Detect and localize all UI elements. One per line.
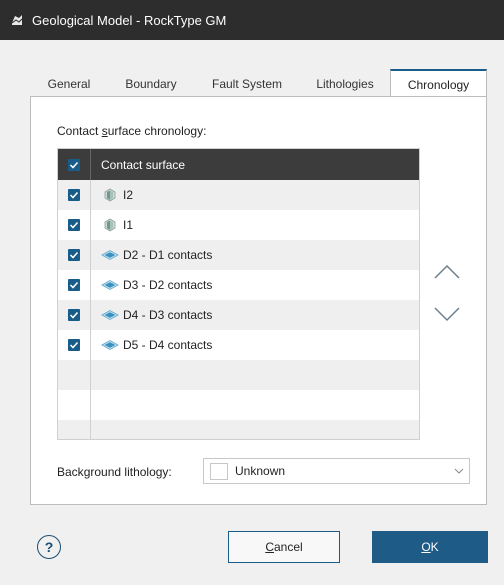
table-row[interactable]: I2 [58,180,419,210]
table-row[interactable]: D5 - D4 contacts [58,330,419,360]
select-all-checkbox[interactable] [68,158,80,171]
background-lithology-row: Background lithology: Unknown [57,458,470,485]
tab-label: Chronology [407,77,470,92]
table-row[interactable]: D4 - D3 contacts [58,300,419,330]
empty-row [58,420,419,439]
row-label: I2 [123,188,134,202]
deposit-icon [101,306,119,324]
ok-button[interactable]: OK [372,531,488,563]
table-row[interactable]: I1 [58,210,419,240]
tab-bar: General Boundary Fault System Lithologie… [30,68,487,98]
row-label: D5 - D4 contacts [123,338,213,352]
color-swatch [210,462,228,480]
table-row[interactable]: D3 - D2 contacts [58,270,419,300]
row-label: D4 - D3 contacts [123,308,213,322]
chevron-down-icon [434,306,460,325]
tab-lithologies[interactable]: Lithologies [300,70,390,97]
deposit-icon [101,246,119,264]
cancel-button[interactable]: Cancel [228,531,340,563]
row-checkbox[interactable] [68,249,80,261]
header-check-cell [58,149,91,180]
empty-row [58,360,419,390]
background-lithology-select[interactable]: Unknown [203,458,470,484]
deposit-icon [101,336,119,354]
tab-boundary[interactable]: Boundary [108,70,194,97]
row-checkbox[interactable] [68,279,80,291]
ok-label: OK [421,540,439,554]
tab-general[interactable]: General [30,70,108,97]
background-lithology-label: Background lithology: [57,464,172,479]
help-button[interactable]: ? [37,535,61,559]
row-checkbox[interactable] [68,339,80,351]
chevron-up-icon [434,264,460,283]
tab-fault-system[interactable]: Fault System [194,70,300,97]
tab-label: Lithologies [316,76,374,91]
section-label: Contact surface chronology: [57,124,207,138]
tab-label: General [47,76,91,91]
help-icon: ? [44,539,54,555]
move-up-button[interactable] [431,257,463,289]
row-checkbox[interactable] [68,309,80,321]
row-checkbox[interactable] [68,189,80,201]
tab-label: Fault System [211,76,283,91]
title-bar: Geological Model - RockType GM [0,0,504,40]
row-label: I1 [123,218,134,232]
select-value: Unknown [235,464,286,478]
empty-row [58,390,419,420]
intrusion-icon [101,216,119,234]
deposit-icon [101,276,119,294]
cancel-label: Cancel [265,540,303,554]
chronology-panel: Contact surface chronology: Contact surf… [30,96,487,505]
model-icon [10,13,24,27]
move-down-button[interactable] [431,299,463,331]
row-label: D2 - D1 contacts [123,248,213,262]
dialog-window: Geological Model - RockType GM General B… [0,0,504,585]
table-header: Contact surface [58,149,419,180]
tab-label: Boundary [125,76,177,91]
tab-chronology[interactable]: Chronology [390,69,487,98]
row-checkbox[interactable] [68,219,80,231]
column-header-contact-surface[interactable]: Contact surface [91,158,185,172]
row-label: D3 - D2 contacts [123,278,213,292]
contact-surface-table: Contact surface I2 I1 D2 - D1 contacts D… [57,148,420,440]
table-row[interactable]: D2 - D1 contacts [58,240,419,270]
intrusion-icon [101,186,119,204]
chevron-down-icon [449,468,469,474]
window-title: Geological Model - RockType GM [32,12,227,28]
